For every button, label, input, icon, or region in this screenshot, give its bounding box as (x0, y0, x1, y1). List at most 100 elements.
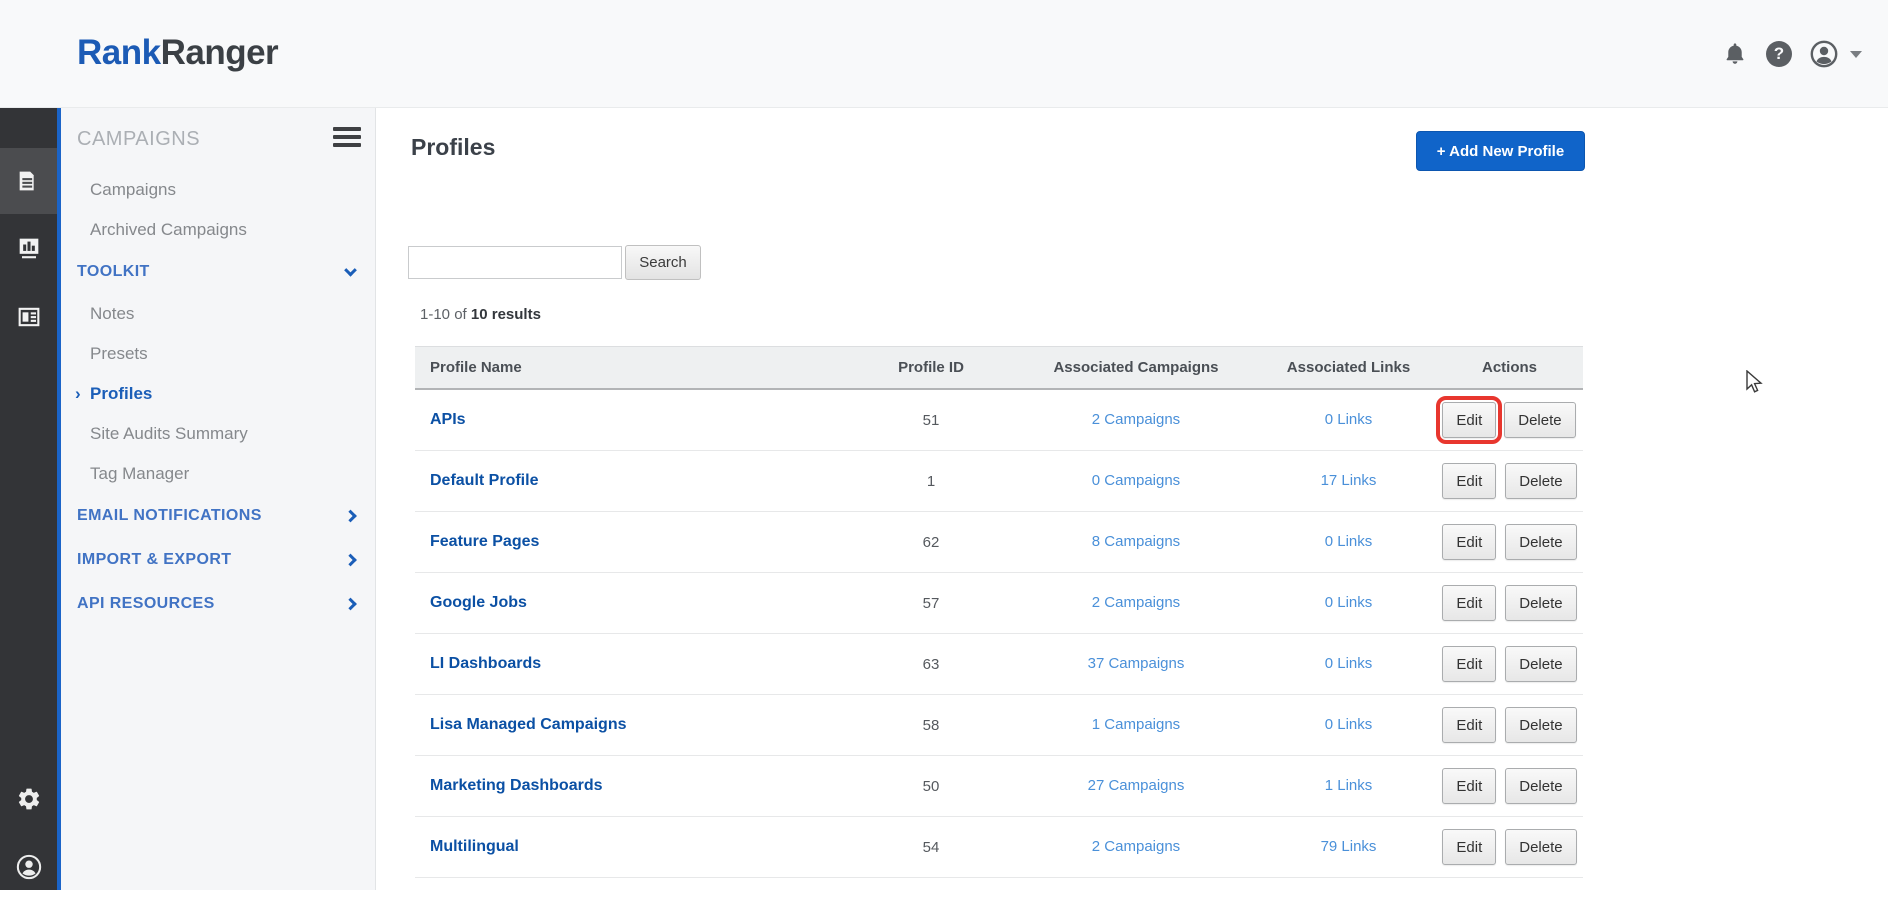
profile-name-link[interactable]: Multilingual (415, 838, 851, 856)
header-profile-name: Profile Name (415, 359, 851, 376)
account-avatar-icon[interactable] (1810, 40, 1838, 68)
profile-name-link[interactable]: Marketing Dashboards (415, 777, 851, 795)
table-header-row: Profile Name Profile ID Associated Campa… (415, 346, 1583, 390)
chevron-down-icon (344, 264, 357, 277)
header-actions: Actions (1436, 359, 1583, 376)
sidebar-label: Campaigns (90, 180, 176, 199)
edit-button[interactable]: Edit (1442, 402, 1496, 438)
help-icon[interactable]: ? (1766, 41, 1792, 67)
associated-campaigns-link[interactable]: 2 Campaigns (1092, 411, 1180, 428)
profile-name-link[interactable]: Feature Pages (415, 533, 851, 551)
brand-logo-part1: Rank (77, 33, 161, 72)
associated-campaigns-link[interactable]: 37 Campaigns (1088, 655, 1185, 672)
table-row-google-jobs: Google Jobs572 Campaigns0 LinksEditDelet… (415, 573, 1583, 634)
edit-button[interactable]: Edit (1442, 585, 1496, 621)
sidebar-item-profiles[interactable]: ›Profiles (61, 374, 375, 414)
table-row-feature-pages: Feature Pages628 Campaigns0 LinksEditDel… (415, 512, 1583, 573)
results-total: 10 results (471, 306, 541, 323)
delete-button[interactable]: Delete (1505, 646, 1576, 682)
associated-links-link[interactable]: 0 Links (1325, 655, 1373, 672)
sidebar-nav: Campaigns Archived Campaigns TOOLKITNotes P… (61, 170, 375, 626)
table-row-lisa-managed-campaigns: Lisa Managed Campaigns58 1 Campaigns 0 Lin… (415, 695, 1583, 756)
chevron-right-icon (344, 598, 357, 611)
sidebar-item-site-audits-summary[interactable]: Site Audits Summary (61, 414, 375, 454)
search-button[interactable]: Search (625, 245, 701, 280)
sidebar-section-toolkit[interactable]: TOOLKIT (61, 250, 375, 294)
associated-campaigns-link[interactable]: 8 Campaigns (1092, 533, 1180, 550)
search-input[interactable] (408, 246, 622, 279)
profile-id-value: 51 (851, 412, 1011, 429)
profile-name-link[interactable]: LI Dashboards (415, 655, 851, 673)
account-caret-down-icon[interactable] (1850, 51, 1862, 58)
sidebar-label: IMPORT & EXPORT (77, 551, 231, 568)
associated-campaigns-link[interactable]: 1 Campaigns (1092, 716, 1180, 733)
add-new-profile-button[interactable]: + Add New Profile (1416, 131, 1585, 171)
delete-button[interactable]: Delete (1505, 585, 1576, 621)
associated-campaigns-link[interactable]: 0 Campaigns (1092, 472, 1180, 489)
delete-button[interactable]: Delete (1505, 524, 1576, 560)
associated-links-link[interactable]: 79 Links (1321, 838, 1377, 855)
page-title: Profiles (411, 134, 495, 161)
sidebar-section-email-notifications[interactable]: EMAIL NOTIFICATIONS (61, 494, 375, 538)
strip-campaigns-icon[interactable] (0, 148, 57, 214)
sidebar-label: Archived Campaigns (90, 220, 247, 239)
header-associated-links: Associated Links (1261, 359, 1436, 376)
sidebar-item-presets[interactable]: Presets (61, 334, 375, 374)
edit-highlight-annotation: Edit (1436, 396, 1502, 444)
profile-name-link[interactable]: APIs (415, 411, 851, 429)
sidebar-item-archived-campaigns[interactable]: Archived Campaigns (61, 210, 375, 250)
chevron-right-icon (344, 510, 357, 523)
results-count: 1-10 of 10 results (420, 306, 541, 323)
top-bar: RankRanger ? (0, 0, 1888, 108)
delete-button[interactable]: Delete (1505, 463, 1576, 499)
menu-hamburger-icon[interactable] (333, 127, 361, 151)
strip-reports-icon[interactable] (0, 215, 57, 281)
edit-button[interactable]: Edit (1442, 463, 1496, 499)
strip-pages-icon[interactable] (0, 284, 57, 350)
sidebar-item-campaigns[interactable]: Campaigns (61, 170, 375, 210)
associated-links-link[interactable]: 0 Links (1325, 594, 1373, 611)
brand-logo[interactable]: RankRanger (77, 33, 278, 73)
profile-name-link[interactable]: Lisa Managed Campaigns (415, 716, 851, 734)
table-row-apis: APIs51 2 Campaigns 0 Links EditDelete (415, 390, 1583, 451)
profiles-table: Profile Name Profile ID Associated Campa… (415, 346, 1583, 878)
profile-person-icon[interactable] (0, 834, 57, 900)
profile-id-value: 50 (851, 778, 1011, 795)
edit-button[interactable]: Edit (1442, 707, 1496, 743)
profile-name-link[interactable]: Google Jobs (415, 594, 851, 612)
table-row-li-dashboards: LI Dashboards63 37 Campaigns 0 Links EditDe… (415, 634, 1583, 695)
associated-links-link[interactable]: 0 Links (1325, 411, 1373, 428)
delete-button[interactable]: Delete (1504, 402, 1575, 438)
associated-campaigns-link[interactable]: 2 Campaigns (1092, 594, 1180, 611)
settings-gear-icon[interactable] (0, 766, 57, 832)
associated-links-link[interactable]: 0 Links (1325, 533, 1373, 550)
profile-id-value: 54 (851, 839, 1011, 856)
sidebar-label: Site Audits Summary (90, 424, 248, 443)
sidebar-label: Presets (90, 344, 148, 363)
header-profile-id: Profile ID (851, 359, 1011, 376)
delete-button[interactable]: Delete (1505, 829, 1576, 865)
associated-links-link[interactable]: 17 Links (1321, 472, 1377, 489)
delete-button[interactable]: Delete (1505, 707, 1576, 743)
chevron-right-icon: › (75, 374, 81, 414)
edit-button[interactable]: Edit (1442, 768, 1496, 804)
notifications-bell-icon[interactable] (1722, 40, 1748, 68)
delete-button[interactable]: Delete (1505, 768, 1576, 804)
sidebar-section-api-resources[interactable]: API RESOURCES (61, 582, 375, 626)
sidebar-title: CAMPAIGNS (77, 128, 200, 151)
profile-id-value: 63 (851, 656, 1011, 673)
profile-id-value: 1 (851, 473, 1011, 490)
associated-links-link[interactable]: 0 Links (1325, 716, 1373, 733)
results-prefix: 1-10 of (420, 306, 471, 323)
edit-button[interactable]: Edit (1442, 829, 1496, 865)
associated-campaigns-link[interactable]: 27 Campaigns (1088, 777, 1185, 794)
sidebar-item-notes[interactable]: Notes (61, 294, 375, 334)
sidebar-item-tag-manager[interactable]: Tag Manager (61, 454, 375, 494)
edit-button[interactable]: Edit (1442, 646, 1496, 682)
sidebar-section-import-export[interactable]: IMPORT & EXPORT (61, 538, 375, 582)
associated-links-link[interactable]: 1 Links (1325, 777, 1373, 794)
edit-button[interactable]: Edit (1442, 524, 1496, 560)
associated-campaigns-link[interactable]: 2 Campaigns (1092, 838, 1180, 855)
profile-name-link[interactable]: Default Profile (415, 472, 851, 490)
profile-id-value: 58 (851, 717, 1011, 734)
